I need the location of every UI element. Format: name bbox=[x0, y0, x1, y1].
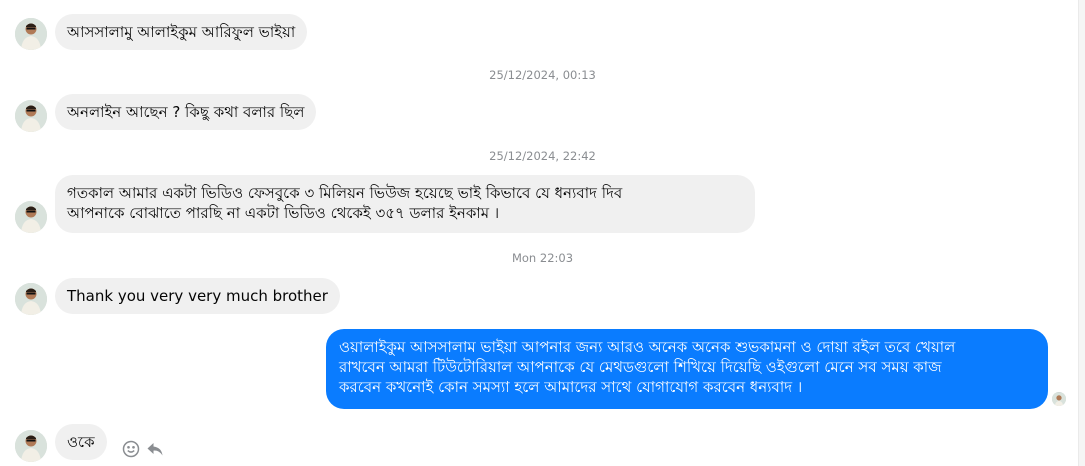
incoming-message: ওকে bbox=[55, 424, 107, 460]
message-text-line: গতকাল আমার একটা ভিডিও ফেসবুকে ৩ মিলিয়ন … bbox=[67, 184, 623, 202]
smiley-icon[interactable] bbox=[121, 439, 141, 459]
message-text-line: আপনাকে বোঝাতে পারছি না একটা ভিডিও থেকেই … bbox=[67, 204, 500, 222]
timestamp: Mon 22:03 bbox=[511, 251, 574, 265]
contact-avatar[interactable] bbox=[15, 100, 47, 132]
message-text-line: রাখবেন আমরা টিউটোরিয়াল আপনাকে যে মেথডগু… bbox=[339, 358, 942, 376]
contact-avatar[interactable] bbox=[15, 18, 47, 50]
message-text: Thank you very very much brother bbox=[67, 287, 328, 305]
timestamp: 25/12/2024, 22:42 bbox=[489, 149, 596, 163]
incoming-message: গতকাল আমার একটা ভিডিও ফেসবুকে ৩ মিলিয়ন … bbox=[55, 175, 755, 233]
message-text-line: করবেন কখনোই কোন সমস্যা হলে আমাদের সাথে য… bbox=[339, 378, 803, 396]
incoming-message: আসসালামু আলাইকুম আরিফুল ভাইয়া bbox=[55, 14, 308, 50]
contact-avatar[interactable] bbox=[15, 201, 47, 233]
message-text-line: ওয়ালাইকুম আসসালাম ভাইয়া আপনার জন্য আরও… bbox=[339, 338, 956, 356]
reply-arrow-icon[interactable] bbox=[145, 439, 165, 459]
contact-avatar[interactable] bbox=[15, 430, 47, 462]
incoming-message: Thank you very very much brother bbox=[55, 278, 340, 314]
incoming-message: অনলাইন আছেন ? কিছু কথা বলার ছিল bbox=[55, 94, 317, 130]
seen-avatar bbox=[1052, 392, 1066, 406]
timestamp: 25/12/2024, 00:13 bbox=[489, 68, 596, 82]
message-text: অনলাইন আছেন ? কিছু কথা বলার ছিল bbox=[67, 103, 305, 121]
message-text: আসসালামু আলাইকুম আরিফুল ভাইয়া bbox=[67, 23, 296, 41]
message-text: ওকে bbox=[67, 433, 95, 451]
outgoing-message: ওয়ালাইকুম আসসালাম ভাইয়া আপনার জন্য আরও… bbox=[326, 329, 1048, 409]
contact-avatar[interactable] bbox=[15, 283, 47, 315]
